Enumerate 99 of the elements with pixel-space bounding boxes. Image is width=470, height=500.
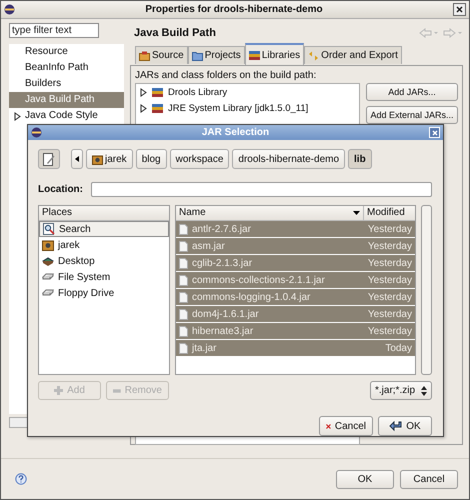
side-button[interactable]: Add External JARs...: [366, 106, 458, 124]
file-name: asm.jar: [192, 240, 226, 252]
side-button[interactable]: Add JARs...: [366, 83, 458, 101]
path-button[interactable]: workspace: [170, 149, 230, 169]
desktop-icon: [42, 255, 54, 267]
file-icon: [179, 292, 188, 302]
library-item[interactable]: Drools Library: [140, 84, 355, 100]
package-icon: [139, 50, 150, 60]
file-type-dropdown[interactable]: *.jar;*.zip: [370, 381, 432, 400]
ok-button[interactable]: OK: [378, 416, 432, 436]
tab[interactable]: Order and Export: [304, 46, 402, 64]
drive-icon: [42, 272, 54, 282]
file-icon: [179, 342, 188, 354]
place-label: Floppy Drive: [58, 288, 114, 298]
close-icon: [456, 6, 463, 13]
tab[interactable]: Projects: [188, 46, 245, 64]
tab[interactable]: Source: [135, 46, 188, 64]
caret-icon: [75, 156, 79, 162]
tree-item[interactable]: BeanInfo Path: [9, 60, 124, 76]
dialog-title: JAR Selection: [200, 127, 270, 138]
file-icon: [179, 240, 188, 252]
file-name: hibernate3.jar: [192, 326, 254, 336]
file-modified: Yesterday: [368, 274, 412, 286]
file-modified: Yesterday: [368, 240, 412, 252]
location-field[interactable]: [91, 182, 432, 197]
file-modified: Today: [385, 342, 412, 354]
expand-icon[interactable]: [140, 104, 147, 112]
tree-item[interactable]: Builders: [9, 76, 124, 92]
file-name: jta.jar: [192, 342, 218, 354]
file-modified: Yesterday: [368, 292, 412, 302]
app-icon: [4, 4, 15, 15]
file-icon: [179, 308, 188, 320]
arrow-icon: [389, 420, 402, 432]
location-label: Location:: [38, 184, 83, 195]
books-icon: [152, 103, 163, 113]
file-modified: Yesterday: [368, 308, 412, 320]
library-label: JRE System Library [jdk1.5.0_11]: [168, 102, 308, 114]
app-icon: [31, 127, 42, 138]
vertical-scrollbar[interactable]: [421, 205, 432, 375]
name-column-header[interactable]: Name: [176, 206, 364, 221]
tab[interactable]: Libraries: [244, 43, 304, 65]
place-label: Desktop: [58, 256, 95, 266]
spinner-icon: [421, 386, 427, 396]
place-label: Search: [59, 224, 91, 234]
scroll-left-button[interactable]: [71, 149, 83, 169]
file-icon: [179, 326, 188, 336]
file-name: antlr-2.7.6.jar: [192, 224, 252, 234]
file-name: commons-collections-2.1.1.jar: [192, 274, 326, 286]
modified-column-header[interactable]: Modified: [364, 206, 415, 221]
plus-icon: [54, 386, 64, 395]
file-name: commons-logging-1.0.4.jar: [192, 292, 312, 302]
minus-icon: [113, 388, 121, 392]
file-name: cglib-2.1.3.jar: [192, 258, 254, 268]
file-name: dom4j-1.6.1.jar: [192, 308, 260, 320]
drive-icon: [42, 288, 54, 298]
order-icon: [308, 50, 320, 60]
dialog-button[interactable]: OK: [336, 470, 394, 488]
filter-field[interactable]: type filter text: [9, 23, 99, 38]
file-icon: [179, 258, 188, 268]
place-item[interactable]: File System: [39, 269, 169, 285]
pencil-icon: [43, 152, 55, 166]
home-folder-icon: [42, 239, 54, 251]
libraries-hint: JARs and class folders on the build path:: [135, 70, 318, 81]
books-icon: [152, 87, 163, 97]
tree-item[interactable]: Java Code Style: [9, 108, 124, 124]
place-item[interactable]: Desktop: [39, 253, 169, 269]
file-modified: Yesterday: [368, 258, 412, 268]
path-button[interactable]: lib: [348, 149, 372, 169]
file-modified: Yesterday: [368, 326, 412, 336]
place-item[interactable]: Search: [39, 221, 169, 237]
path-button[interactable]: blog: [136, 149, 167, 169]
close-button[interactable]: [453, 3, 466, 16]
window-title: Properties for drools-hibernate-demo: [144, 4, 324, 15]
folder-icon: [192, 50, 203, 60]
path-button[interactable]: jarek: [86, 149, 133, 169]
tree-item[interactable]: Java Build Path: [9, 92, 124, 108]
library-item[interactable]: JRE System Library [jdk1.5.0_11]: [140, 100, 355, 116]
close-icon: [432, 130, 438, 136]
place-label: File System: [58, 272, 110, 282]
edit-button[interactable]: [38, 149, 60, 169]
sort-icon: [353, 211, 360, 215]
file-icon: [179, 224, 188, 234]
tree-item[interactable]: Resource: [9, 44, 124, 60]
help-icon[interactable]: [15, 473, 27, 485]
place-label: jarek: [58, 240, 80, 250]
file-icon: [179, 274, 188, 286]
file-modified: Yesterday: [368, 224, 412, 234]
expand-icon[interactable]: [140, 88, 147, 96]
place-item[interactable]: Floppy Drive: [39, 285, 169, 301]
path-button[interactable]: drools-hibernate-demo: [232, 149, 346, 169]
dialog-button[interactable]: Cancel: [400, 470, 458, 488]
library-label: Drools Library: [168, 86, 228, 98]
places-header[interactable]: Places: [39, 206, 169, 221]
place-item[interactable]: jarek: [39, 237, 169, 253]
page-title: Java Build Path: [134, 27, 217, 39]
expand-icon[interactable]: [14, 112, 20, 120]
books-icon: [248, 50, 260, 60]
cancel-button[interactable]: Cancel: [319, 416, 373, 436]
search-icon: [43, 223, 55, 235]
